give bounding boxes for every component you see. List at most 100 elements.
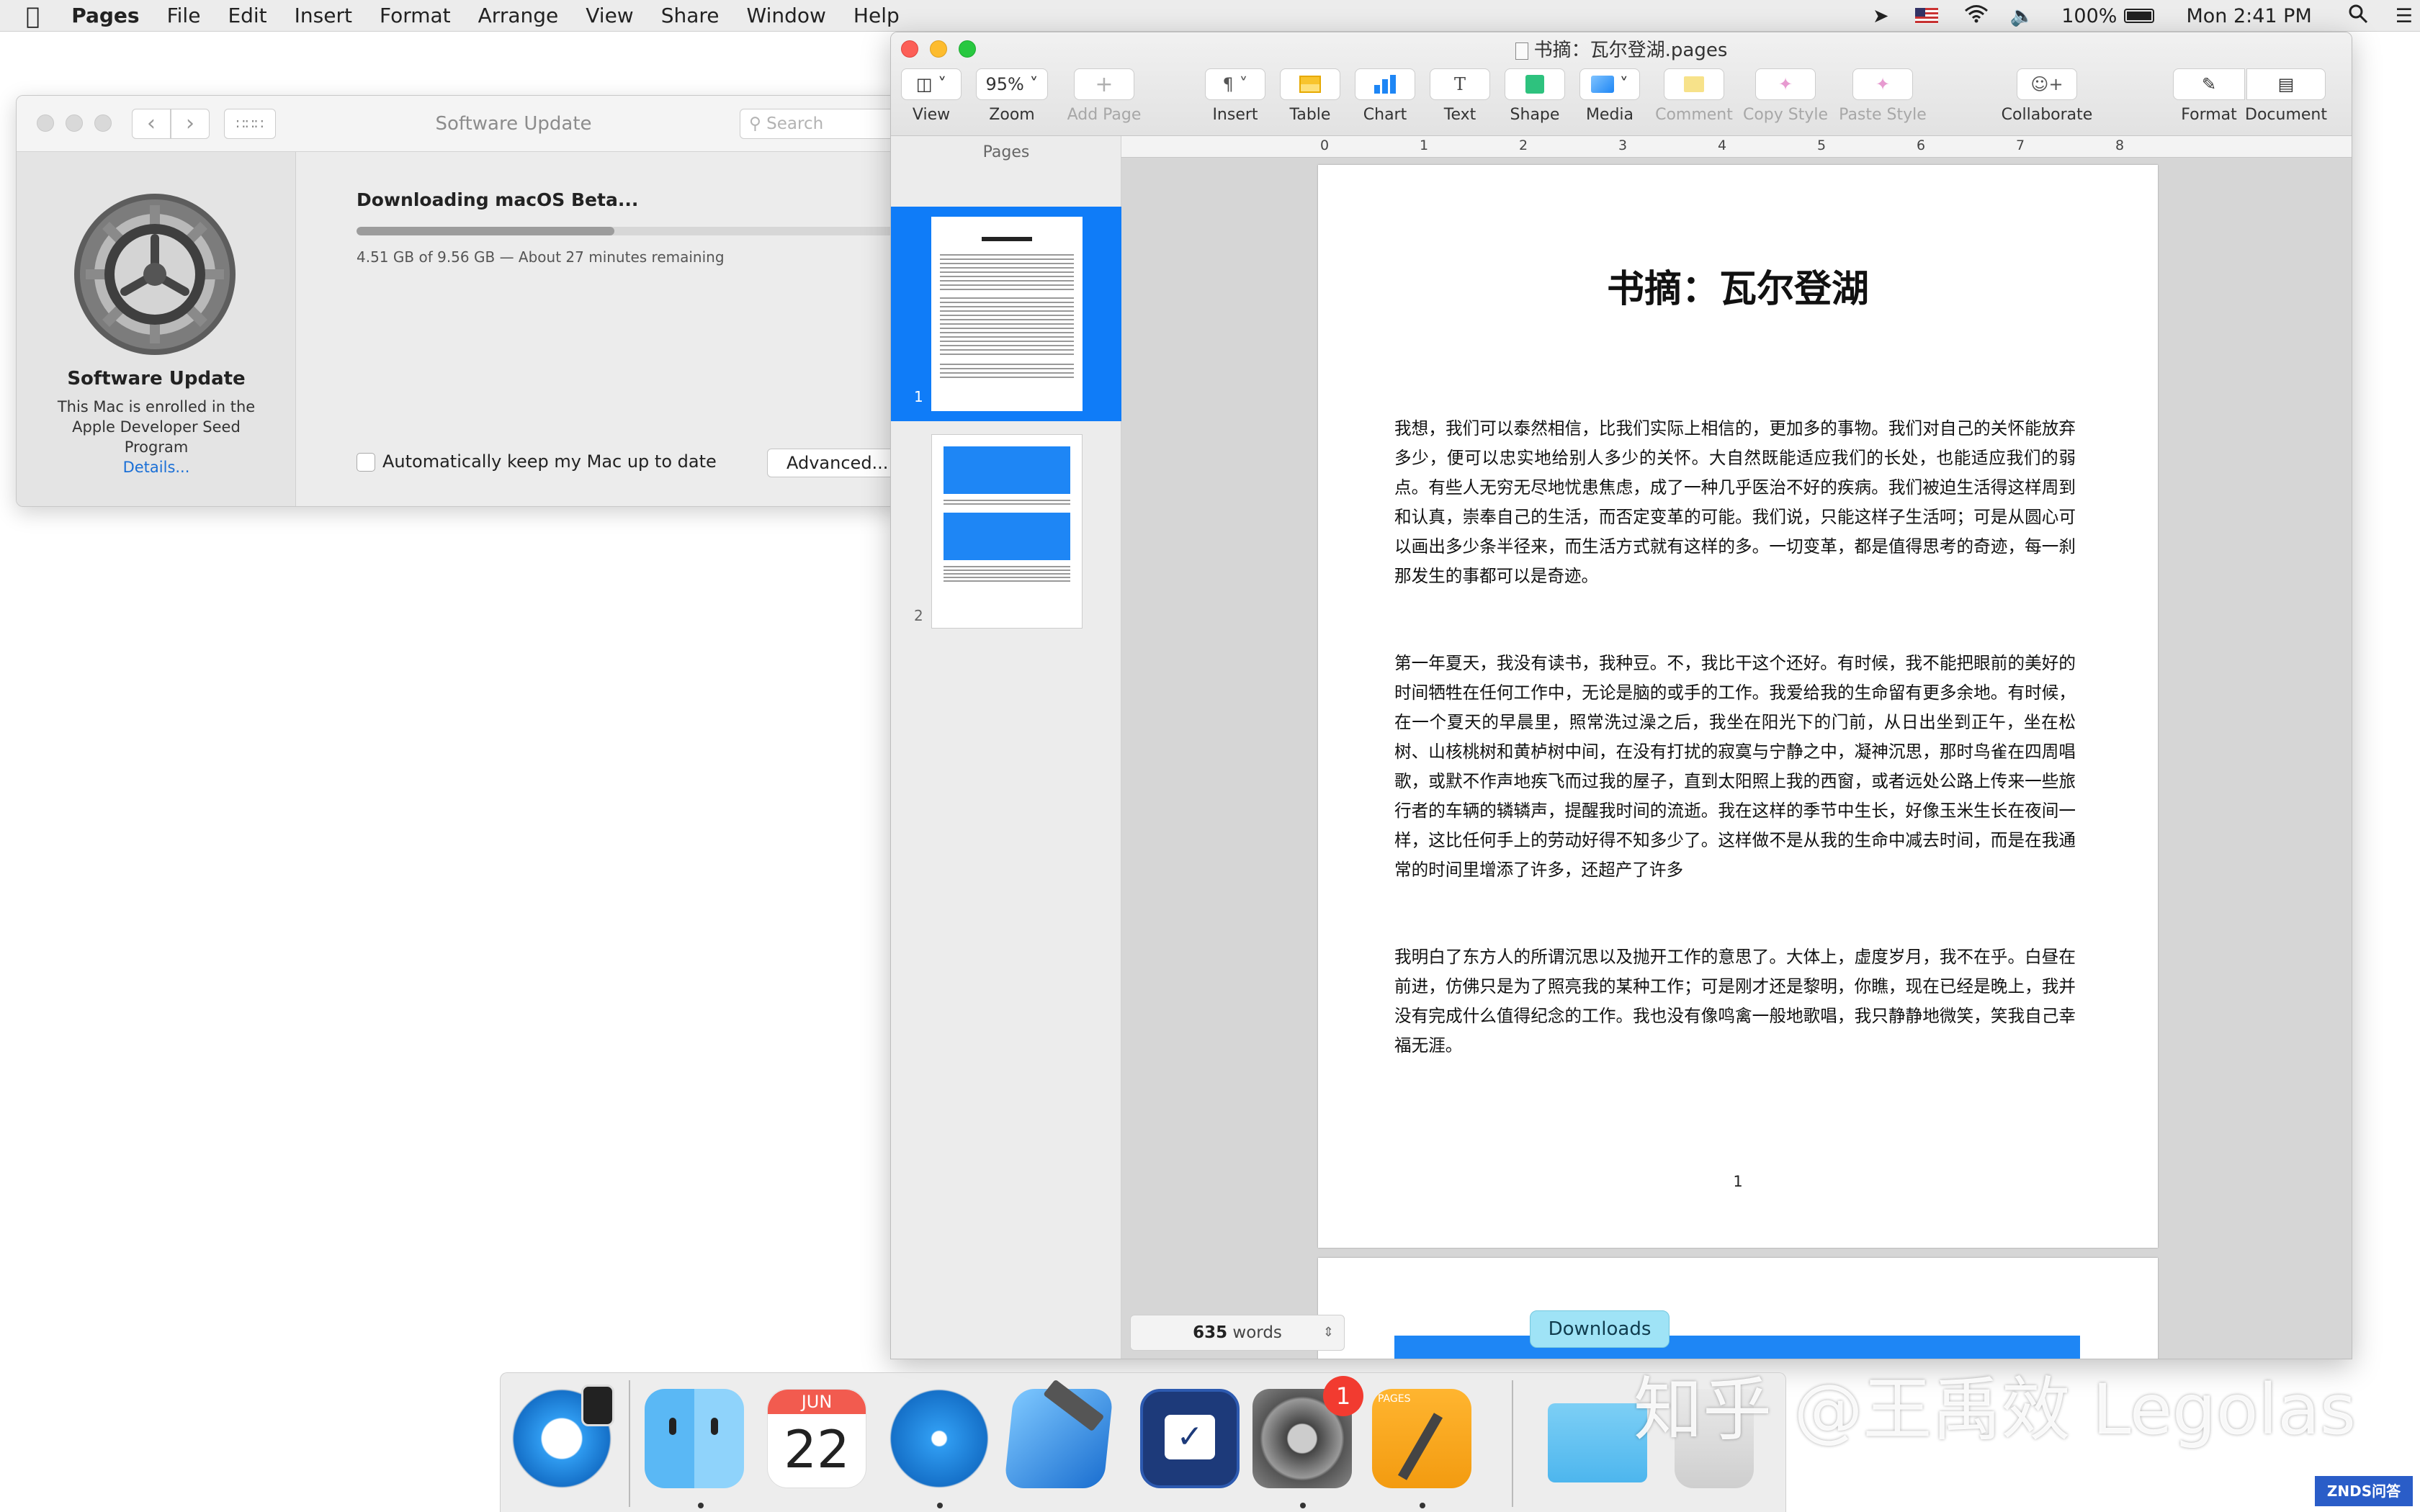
menu-window[interactable]: Window (747, 4, 826, 27)
safari-icon[interactable] (889, 1389, 989, 1488)
collaborate-icon[interactable]: ☺+ (2017, 68, 2077, 100)
body-paragraph-3[interactable]: 我明白了东方人的所谓沉思以及抛开工作的意思了。大体上，虚度岁月，我不在乎。白昼在… (1394, 942, 2076, 1061)
ruler-mark: 5 (1817, 138, 1827, 153)
pages-window-title: 书摘：瓦尔登湖.pages (891, 32, 2352, 68)
toolbar-zoom[interactable]: 95% ˅ Zoom (976, 68, 1048, 124)
spotlight-icon[interactable] (2348, 4, 2368, 29)
location-icon[interactable]: ➤ (1873, 5, 1889, 27)
document-page-2[interactable] (1318, 1258, 2158, 1359)
su-zoom-button[interactable] (94, 114, 112, 132)
word-count-control[interactable]: 635 words ⇕ (1130, 1315, 1345, 1351)
toolbar-collaborate[interactable]: ☺+ Collaborate (2000, 68, 2094, 124)
menu-share[interactable]: Share (661, 4, 720, 27)
text-box-icon[interactable]: T (1430, 68, 1490, 100)
su-show-all-grid-icon[interactable]: ∷∷∷ (224, 109, 276, 139)
toolbar-table-label: Table (1289, 106, 1331, 124)
toolbar-table[interactable]: Table (1280, 68, 1340, 124)
toolbar-shape-label: Shape (1510, 106, 1560, 124)
software-update-window: ‹ › ∷∷∷ Software Update ⚲ Search Softwar… (16, 95, 903, 507)
menu-app-name[interactable]: Pages (71, 4, 139, 27)
toolbar-paste-style[interactable]: ✦ Paste Style (1836, 68, 1930, 124)
toolbar-copy-style[interactable]: ✦ Copy Style (1741, 68, 1830, 124)
add-page-plus-icon[interactable]: + (1074, 68, 1134, 100)
toolbar-comment[interactable]: Comment (1654, 68, 1734, 124)
menu-view[interactable]: View (586, 4, 633, 27)
apple-menu-icon[interactable]:  (26, 2, 40, 30)
su-minimize-button[interactable] (66, 114, 83, 132)
auto-update-checkbox[interactable] (357, 453, 375, 472)
word-count-stepper-icon[interactable]: ⇕ (1323, 1315, 1334, 1350)
su-progress-fill (357, 227, 615, 235)
document-inspector-icon[interactable]: ▤ (2246, 68, 2326, 100)
su-details-link[interactable]: Details... (17, 459, 296, 476)
insert-pilcrow-icon[interactable]: ¶ ˅ (1205, 68, 1265, 100)
su-progress-track (357, 227, 902, 235)
comment-icon[interactable] (1664, 68, 1724, 100)
page-number: 1 (1733, 1173, 1743, 1190)
su-status-title: Downloading macOS Beta... (357, 189, 639, 210)
wifi-icon[interactable] (1964, 4, 1989, 28)
finder-icon[interactable] (645, 1389, 744, 1488)
toolbar-text[interactable]: T Text (1430, 68, 1490, 124)
body-paragraph-2[interactable]: 第一年夏天，我没有读书，我种豆。不，我比干这个还好。有时候，我不能把眼前的美好的… (1394, 649, 2076, 885)
menu-insert[interactable]: Insert (295, 4, 352, 27)
thumbnail-number-1: 1 (914, 388, 923, 405)
simulator-compass-icon[interactable] (512, 1385, 614, 1488)
format-brush-icon[interactable]: ✎ (2173, 68, 2245, 100)
su-search-icon: ⚲ (749, 114, 761, 133)
thumbnail-page-1-selected[interactable]: 1 (891, 207, 1121, 421)
su-close-button[interactable] (37, 114, 54, 132)
toolbar-format[interactable]: ✎ Format (2173, 68, 2245, 124)
su-back-button[interactable]: ‹ (132, 109, 171, 139)
volume-icon[interactable]: 🔈 (2010, 4, 2035, 27)
chart-icon[interactable] (1355, 68, 1415, 100)
calendar-icon[interactable]: JUN 22 (767, 1389, 866, 1488)
pages-app-icon[interactable]: PAGES (1372, 1389, 1471, 1488)
zoom-value: 95% (985, 74, 1024, 94)
omnifocus-icon[interactable]: ✓ (1140, 1389, 1240, 1488)
su-pane-title: Software Update (67, 368, 246, 390)
thumbnail-page-2[interactable] (931, 434, 1083, 629)
running-indicator (1300, 1503, 1306, 1508)
advanced-button[interactable]: Advanced... (767, 449, 902, 477)
battery-icon[interactable] (2124, 9, 2155, 23)
notification-center-icon[interactable]: ☰ (2396, 5, 2413, 27)
menu-edit[interactable]: Edit (228, 4, 266, 27)
menu-arrange[interactable]: Arrange (478, 4, 559, 27)
dock-divider (629, 1380, 630, 1507)
toolbar-media[interactable]: ˅ Media (1579, 68, 1640, 124)
menu-help[interactable]: Help (853, 4, 900, 27)
thumbnail-number-2: 2 (914, 607, 923, 624)
su-search-field[interactable]: ⚲ Search (740, 109, 902, 139)
toolbar-shape[interactable]: Shape (1505, 68, 1565, 124)
toolbar-insert[interactable]: ¶ ˅ Insert (1205, 68, 1265, 124)
document-title[interactable]: 书摘：瓦尔登湖 (1318, 258, 2158, 312)
table-icon[interactable] (1280, 68, 1340, 100)
copy-style-dropper-icon[interactable]: ✦ (1755, 68, 1816, 100)
document-page-1[interactable]: 书摘：瓦尔登湖 我想，我们可以泰然相信，比我们实际上相信的，更加多的事物。我们对… (1318, 165, 2158, 1248)
system-preferences-icon[interactable]: 1 (1252, 1376, 1363, 1488)
horizontal-ruler[interactable]: 0 1 2 3 4 5 6 7 8 (1121, 136, 2352, 158)
menu-clock[interactable]: Mon 2:41 PM (2186, 5, 2311, 27)
menu-format[interactable]: Format (380, 4, 451, 27)
toolbar-chart[interactable]: Chart (1355, 68, 1415, 124)
xcode-icon[interactable] (1003, 1379, 1114, 1488)
toolbar-document[interactable]: ▤ Document (2245, 68, 2327, 124)
body-paragraph-1[interactable]: 我想，我们可以泰然相信，比我们实际上相信的，更加多的事物。我们对自己的关怀能放弃… (1394, 414, 2076, 591)
downloads-folder-icon[interactable] (1548, 1403, 1647, 1482)
su-window-title: Software Update (435, 113, 592, 135)
zoom-select[interactable]: 95% ˅ (976, 68, 1048, 100)
toolbar-view[interactable]: ◫ ˅ View (901, 68, 962, 124)
su-sidebar: Software Update This Mac is enrolled in … (17, 152, 296, 506)
gear-icon (71, 191, 238, 358)
shape-icon[interactable] (1505, 68, 1565, 100)
toolbar-add-page[interactable]: + Add Page (1059, 68, 1149, 124)
flag-input-icon[interactable] (1914, 8, 1938, 24)
view-sidebar-icon[interactable]: ◫ ˅ (901, 68, 962, 100)
ruler-mark: 3 (1618, 138, 1628, 153)
document-canvas[interactable]: 0 1 2 3 4 5 6 7 8 书摘：瓦尔登湖 我想，我们可以泰然相信，比我… (1121, 136, 2352, 1359)
su-forward-button[interactable]: › (171, 109, 210, 139)
paste-style-dropper-icon[interactable]: ✦ (1852, 68, 1913, 100)
menu-file[interactable]: File (167, 4, 201, 27)
media-icon[interactable]: ˅ (1579, 68, 1640, 100)
